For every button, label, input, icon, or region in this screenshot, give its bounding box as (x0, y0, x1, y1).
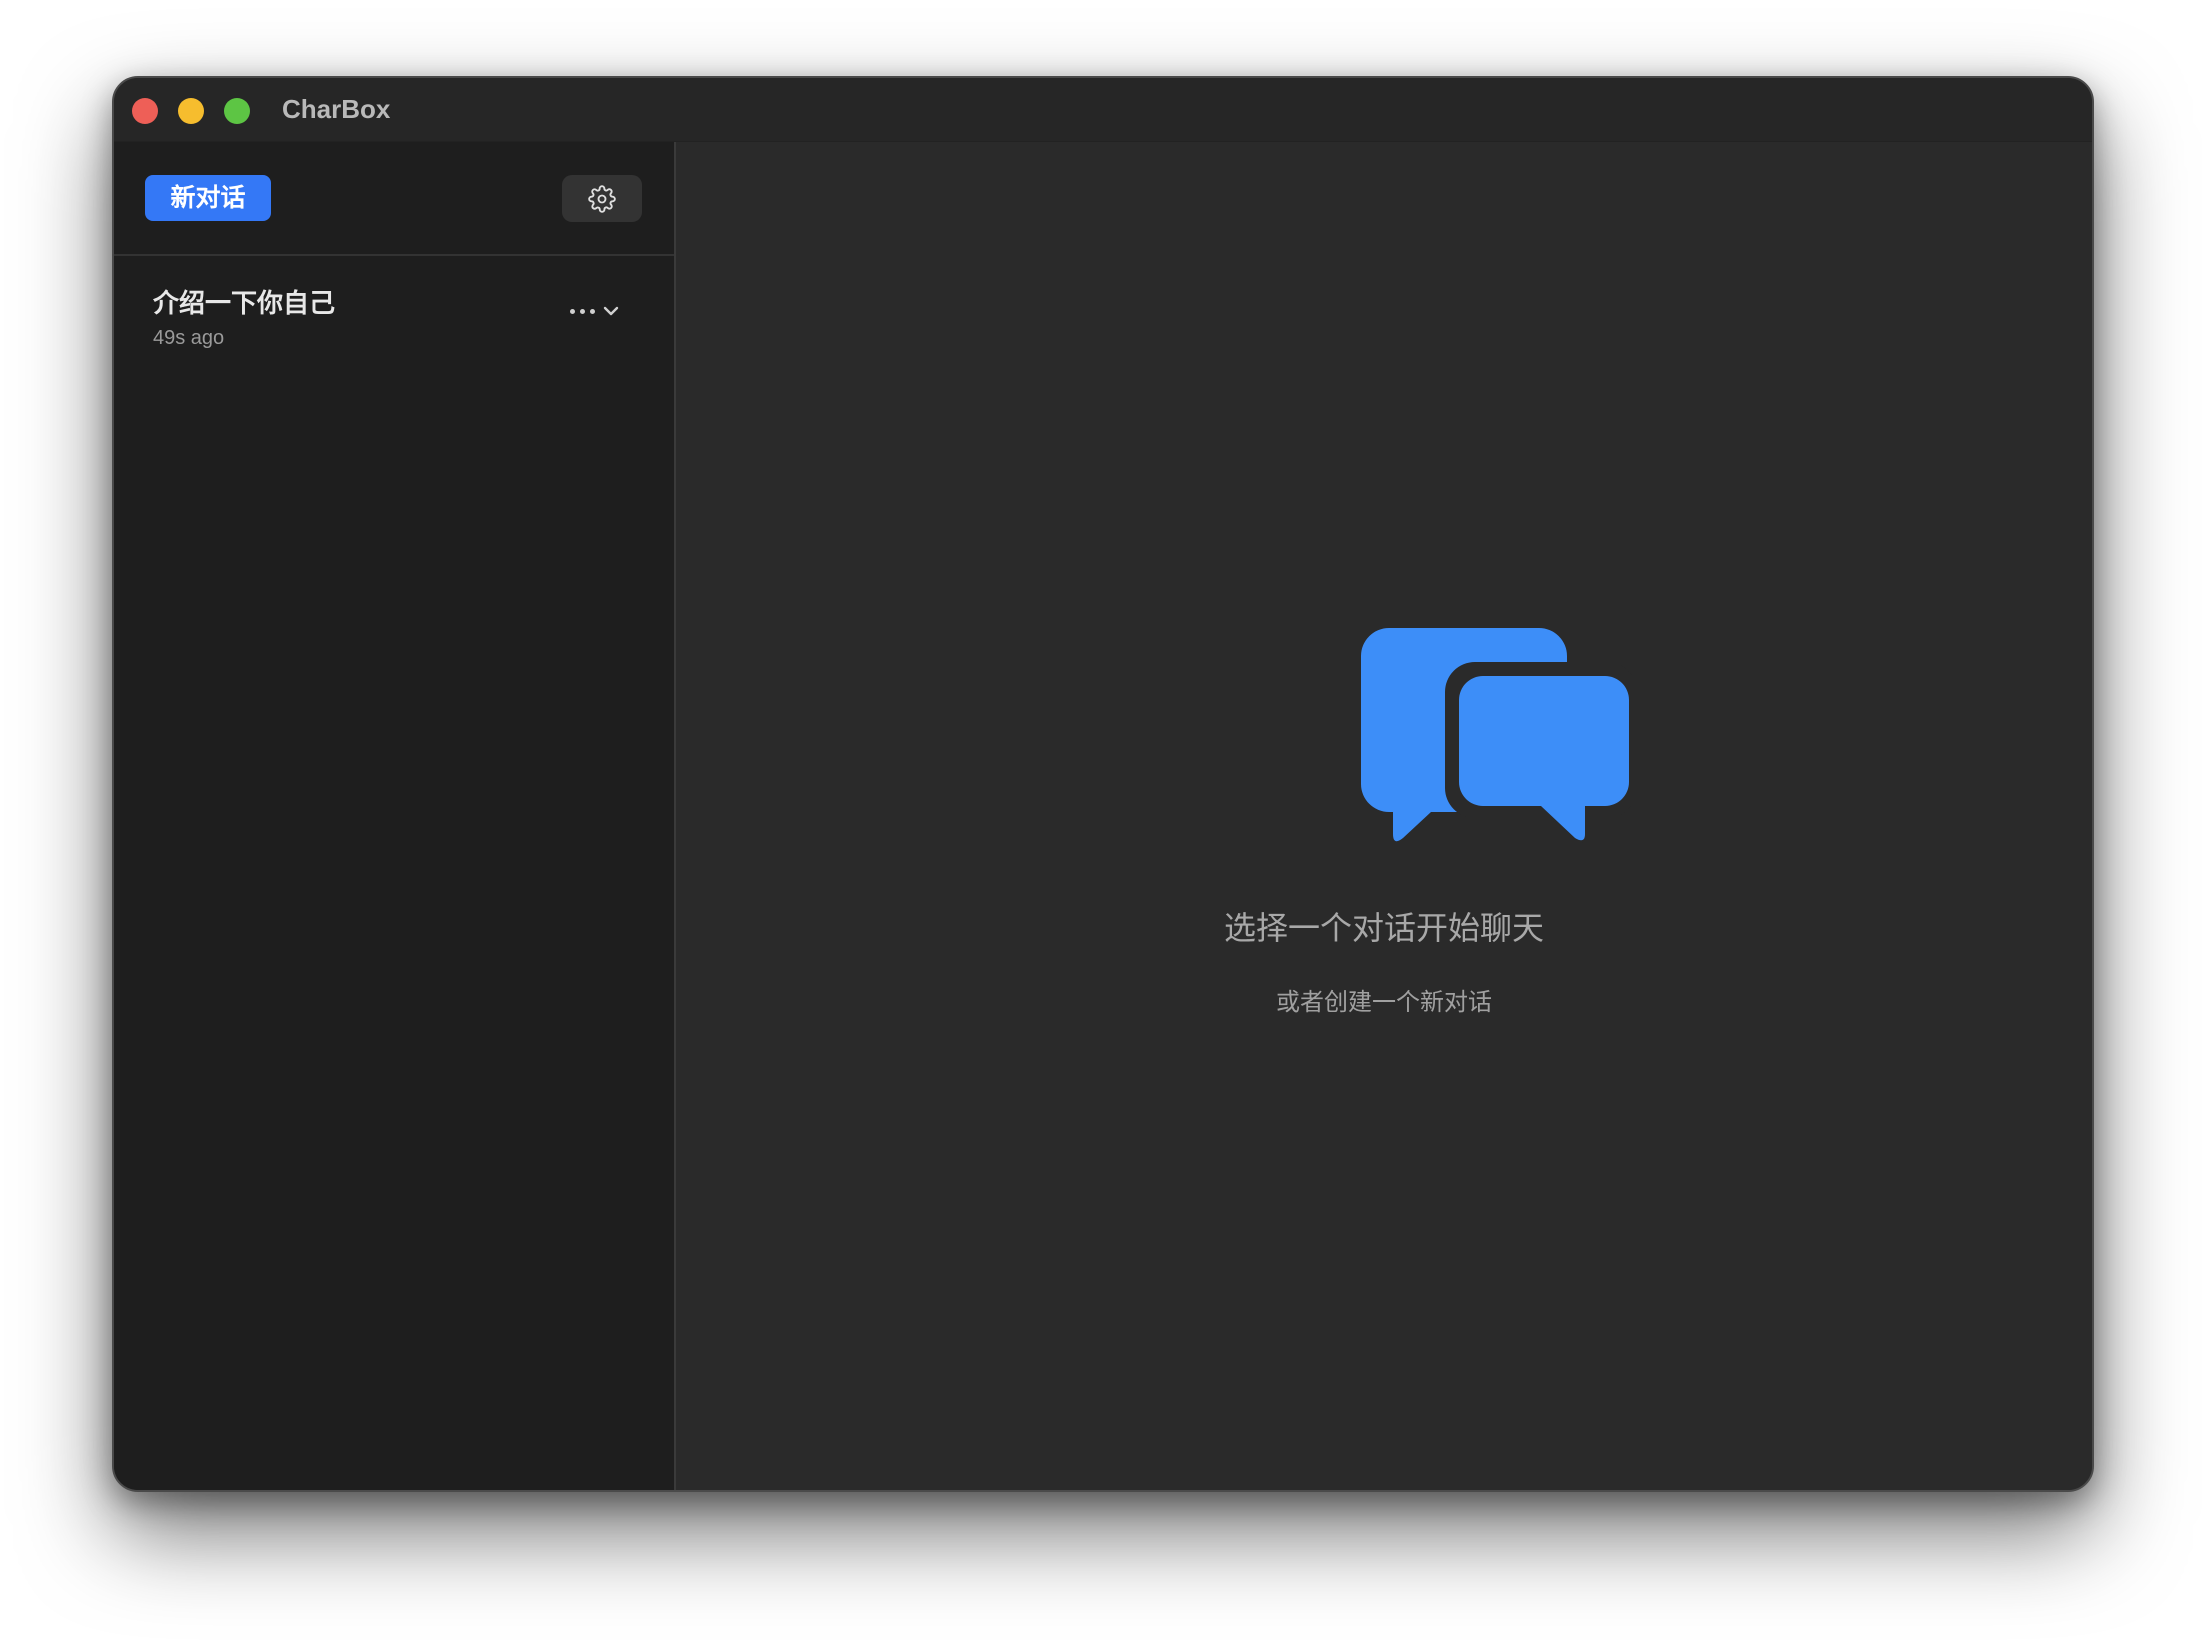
sidebar: 新对话 介绍一下你自己 49s ago (114, 142, 676, 1490)
conversation-menu-button[interactable] (570, 296, 630, 326)
title-bar[interactable]: CharBox (114, 78, 2092, 142)
main-panel: 选择一个对话开始聊天 或者创建一个新对话 (676, 142, 2092, 1490)
empty-state-title: 选择一个对话开始聊天 (1223, 910, 1544, 946)
chat-bubbles-icon (1361, 628, 1633, 844)
settings-button[interactable] (562, 175, 642, 222)
chevron-down-icon (603, 306, 619, 316)
close-window-button[interactable] (132, 98, 158, 124)
app-window: CharBox 新对话 介绍一下你自己 49s ago 选择一个对话开始聊天 或… (112, 76, 2094, 1492)
conversation-timestamp: 49s ago (153, 327, 225, 349)
new-chat-button[interactable]: 新对话 (145, 175, 271, 221)
window-title: CharBox (282, 94, 391, 124)
empty-state-subtitle: 或者创建一个新对话 (1276, 989, 1492, 1016)
gear-icon (588, 184, 616, 213)
sidebar-header: 新对话 (114, 142, 674, 256)
conversation-title: 介绍一下你自己 (153, 288, 336, 318)
maximize-window-button[interactable] (224, 98, 250, 124)
conversation-item[interactable]: 介绍一下你自己 49s ago (114, 256, 672, 366)
ellipsis-icon (570, 308, 595, 314)
minimize-window-button[interactable] (178, 98, 204, 124)
